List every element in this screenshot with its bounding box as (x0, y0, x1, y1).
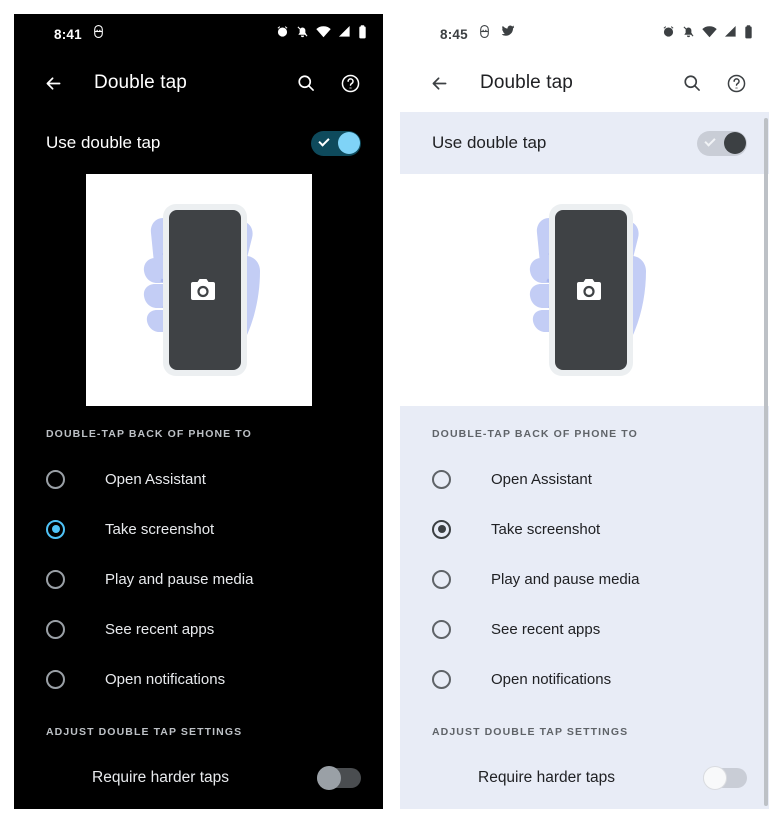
phone-panel-dark: 8:41 Double tap Use double tap DOUBLE-TA… (14, 14, 383, 809)
wifi-icon (316, 25, 331, 43)
use-double-tap-row[interactable]: Use double tap (400, 112, 769, 174)
switch-thumb (723, 132, 746, 154)
radio-icon[interactable] (432, 569, 451, 589)
search-icon[interactable] (677, 68, 707, 98)
twitter-icon (501, 25, 515, 43)
radio-row-see-recent-apps[interactable]: See recent apps (14, 604, 383, 654)
page-title: Double tap (480, 72, 573, 93)
radio-row-take-screenshot[interactable]: Take screenshot (14, 504, 383, 554)
help-icon[interactable] (721, 68, 751, 98)
radio-row-open-assistant[interactable]: Open Assistant (400, 454, 769, 504)
search-icon[interactable] (291, 68, 321, 98)
radio-label: Take screenshot (491, 520, 601, 538)
radio-icon[interactable] (46, 619, 65, 639)
vertical-scrollbar[interactable] (764, 118, 768, 806)
status-bar-left: 8:41 (54, 25, 105, 43)
require-harder-taps-label: Require harder taps (478, 769, 615, 786)
section-header-adjust: ADJUST DOUBLE TAP SETTINGS (432, 726, 629, 738)
radio-icon-selected[interactable] (46, 519, 65, 539)
status-bar-clock: 8:41 (54, 26, 82, 42)
use-double-tap-row[interactable]: Use double tap (14, 112, 383, 174)
page-title: Double tap (94, 72, 187, 93)
app-bar: Double tap (14, 54, 383, 112)
app-notification-icon (478, 25, 491, 43)
require-harder-taps-label: Require harder taps (92, 769, 229, 786)
use-double-tap-label: Use double tap (46, 133, 161, 152)
require-harder-taps-switch[interactable] (317, 766, 361, 790)
radio-icon[interactable] (46, 569, 65, 589)
double-tap-action-section: DOUBLE-TAP BACK OF PHONE TO Open Assista… (14, 406, 383, 809)
require-harder-taps-switch[interactable] (703, 766, 747, 790)
radio-label: See recent apps (491, 620, 601, 638)
wifi-icon (702, 25, 717, 43)
battery-icon (358, 24, 367, 44)
section-header-action: DOUBLE-TAP BACK OF PHONE TO (432, 428, 638, 440)
home-indicator-area (400, 804, 769, 809)
radio-row-open-notifications[interactable]: Open notifications (14, 654, 383, 704)
status-bar-right (662, 24, 753, 44)
camera-icon (576, 279, 601, 300)
switch-thumb (337, 132, 360, 154)
back-button[interactable] (424, 68, 454, 98)
radio-label: Open notifications (105, 670, 226, 688)
radio-row-take-screenshot[interactable]: Take screenshot (400, 504, 769, 554)
double-tap-action-section: DOUBLE-TAP BACK OF PHONE TO Open Assista… (400, 406, 769, 809)
radio-row-open-assistant[interactable]: Open Assistant (14, 454, 383, 504)
radio-row-see-recent-apps[interactable]: See recent apps (400, 604, 769, 654)
camera-icon (190, 279, 215, 300)
radio-row-open-notifications[interactable]: Open notifications (400, 654, 769, 704)
hand-holding-phone-illustration (85, 174, 312, 406)
status-bar: 8:41 (14, 14, 383, 54)
radio-icon[interactable] (432, 669, 451, 689)
radio-icon[interactable] (46, 469, 65, 489)
cellular-signal-icon (724, 25, 737, 43)
radio-label: Open notifications (491, 670, 612, 688)
require-harder-taps-row[interactable]: Require harder taps (14, 752, 383, 804)
radio-label: See recent apps (105, 620, 215, 638)
illustration-area (400, 174, 769, 406)
section-header-action: DOUBLE-TAP BACK OF PHONE TO (46, 428, 252, 440)
use-double-tap-switch[interactable] (311, 130, 361, 156)
switch-thumb (317, 766, 341, 790)
switch-thumb (703, 766, 727, 790)
radio-label: Open Assistant (105, 470, 206, 488)
status-bar: 8:45 (400, 14, 769, 54)
phone-panel-light: 8:45 Double tap Use double tap DOUBLE-TA… (400, 14, 769, 809)
app-bar: Double tap (400, 54, 769, 112)
check-icon (318, 134, 330, 147)
home-indicator-area (14, 804, 383, 809)
radio-row-play-and-pause-media[interactable]: Play and pause media (400, 554, 769, 604)
radio-icon-selected[interactable] (432, 519, 451, 539)
status-bar-clock: 8:45 (440, 26, 468, 42)
battery-icon (744, 24, 753, 44)
status-bar-left: 8:45 (440, 25, 515, 43)
hand-holding-phone-illustration (400, 174, 769, 406)
radio-icon[interactable] (46, 669, 65, 689)
radio-label: Play and pause media (491, 570, 640, 588)
cellular-signal-icon (338, 25, 351, 43)
radio-label: Open Assistant (491, 470, 592, 488)
section-header-adjust: ADJUST DOUBLE TAP SETTINGS (46, 726, 243, 738)
illustration-area (14, 174, 383, 406)
app-notification-icon (92, 25, 105, 43)
help-icon[interactable] (335, 68, 365, 98)
notifications-muted-icon (296, 25, 309, 43)
back-button[interactable] (38, 68, 68, 98)
notifications-muted-icon (682, 25, 695, 43)
alarm-icon (276, 25, 289, 43)
alarm-icon (662, 25, 675, 43)
check-icon (704, 134, 716, 147)
status-bar-right (276, 24, 367, 44)
use-double-tap-switch[interactable] (697, 130, 747, 156)
use-double-tap-label: Use double tap (432, 133, 547, 152)
radio-label: Play and pause media (105, 570, 254, 588)
radio-icon[interactable] (432, 469, 451, 489)
radio-row-play-and-pause-media[interactable]: Play and pause media (14, 554, 383, 604)
radio-label: Take screenshot (105, 520, 215, 538)
require-harder-taps-row[interactable]: Require harder taps (400, 752, 769, 804)
screenshot-stage: 8:41 Double tap Use double tap DOUBLE-TA… (0, 0, 783, 823)
radio-icon[interactable] (432, 619, 451, 639)
